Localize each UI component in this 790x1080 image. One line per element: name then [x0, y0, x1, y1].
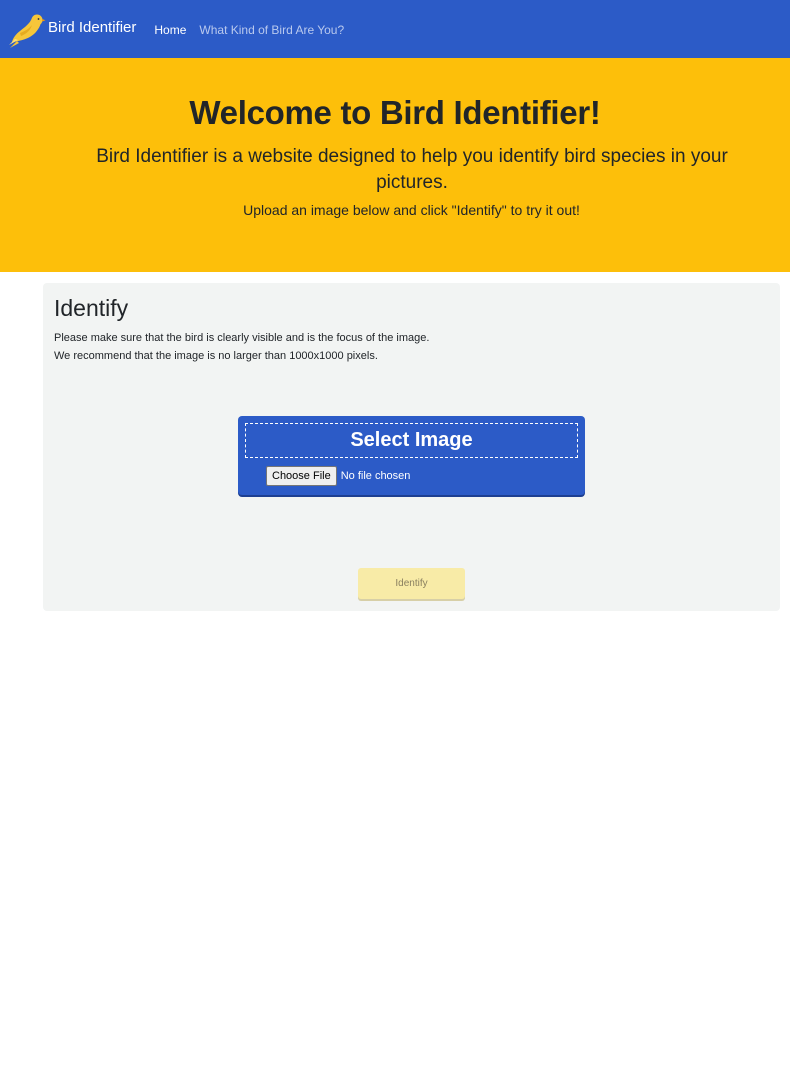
nav-link-bird-quiz[interactable]: What Kind of Bird Are You? — [199, 23, 344, 37]
hero-lead: Bird Identifier is a website designed to… — [96, 146, 728, 193]
brand[interactable]: Bird Identifier — [6, 0, 136, 58]
yellow-bird-icon — [9, 14, 46, 48]
identify-button[interactable]: Identify — [358, 568, 465, 599]
hero-title: Welcome to Bird Identifier! — [189, 94, 601, 131]
file-input[interactable]: Choose File No file chosen — [266, 466, 410, 486]
hero-instruction: Upload an image below and click "Identif… — [243, 202, 580, 218]
choose-file-button[interactable]: Choose File — [266, 466, 337, 486]
nav-link-home[interactable]: Home — [154, 23, 186, 37]
identify-card: Identify Please make sure that the bird … — [43, 283, 780, 611]
hero-banner: Welcome to Bird Identifier! Bird Identif… — [0, 58, 790, 272]
brand-name: Bird Identifier — [48, 18, 137, 36]
upload-box: Select Image Choose File No file chosen — [238, 416, 585, 495]
navbar: Bird Identifier Home What Kind of Bird A… — [0, 0, 790, 58]
identify-note-size: We recommend that the image is no larger… — [54, 350, 378, 362]
select-image-dropzone[interactable]: Select Image — [245, 423, 578, 458]
file-status: No file chosen — [340, 470, 411, 482]
identify-note-visibility: Please make sure that the bird is clearl… — [54, 332, 430, 344]
identify-title: Identify — [54, 295, 129, 321]
